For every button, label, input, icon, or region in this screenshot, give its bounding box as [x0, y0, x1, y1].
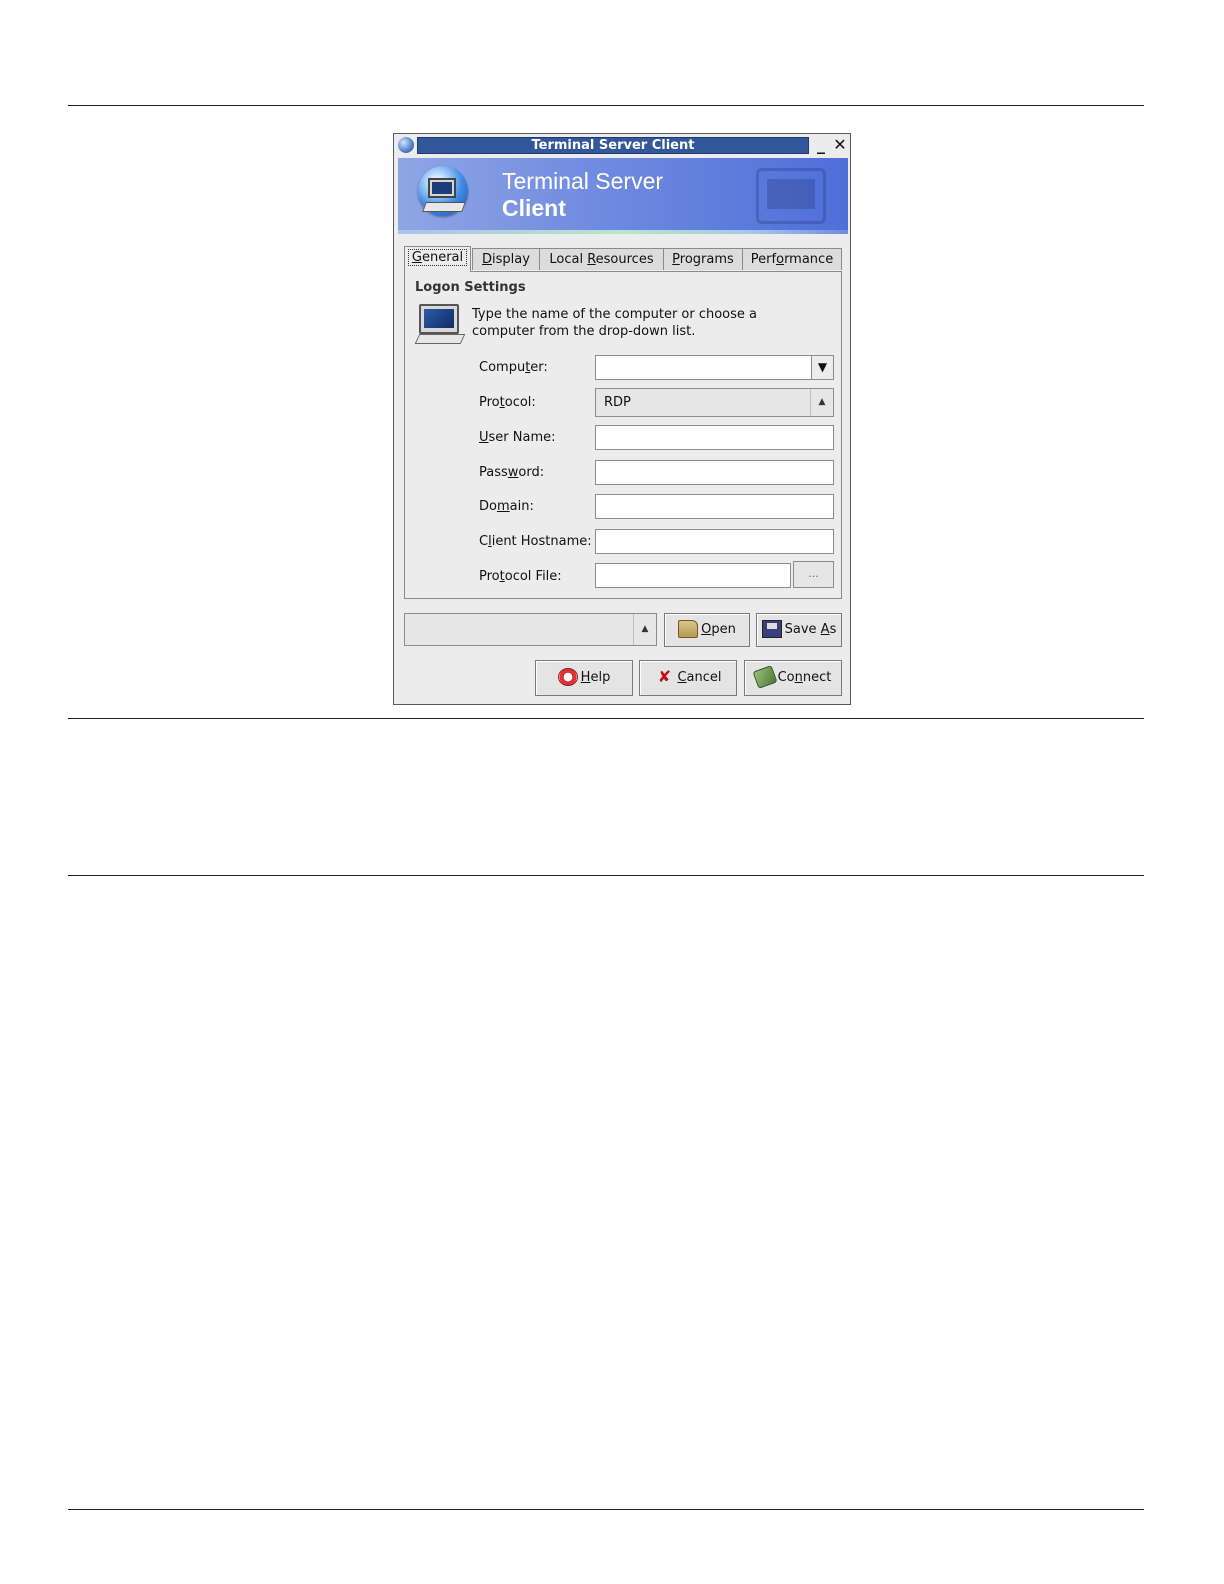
dropdown-arrow-icon[interactable]: ▲	[810, 389, 833, 416]
tab-performance[interactable]: Performance	[742, 248, 842, 270]
general-tab-panel: Logon Settings Type the name of the comp…	[404, 271, 842, 599]
domain-label: Domain:	[479, 499, 534, 514]
banner-keyboard-icon	[422, 202, 466, 212]
cancel-button[interactable]: ✘ Cancel	[639, 660, 737, 696]
save-as-button[interactable]: Save As	[756, 613, 842, 647]
computer-icon	[419, 304, 459, 334]
title-bar[interactable]: Terminal Server Client _ ✕	[394, 134, 850, 156]
app-banner: Terminal Server Client	[398, 158, 848, 234]
tab-local-resources[interactable]: Local Resources	[539, 248, 664, 270]
tab-general[interactable]: General	[404, 246, 471, 272]
minimize-icon[interactable]: _	[812, 135, 830, 155]
lifebuoy-help-icon	[557, 667, 578, 686]
cross-icon: ✘	[657, 666, 672, 686]
logon-description: Type the name of the computer or choose …	[472, 307, 758, 339]
floppy-save-icon	[761, 619, 782, 638]
page-rule-top	[68, 105, 1144, 106]
username-label: User Name:	[479, 430, 556, 445]
page-rule-bottom	[68, 1509, 1144, 1510]
page-rule-mid2	[68, 875, 1144, 876]
client-hostname-input[interactable]	[595, 529, 834, 554]
password-label: Password:	[479, 465, 545, 480]
dropdown-arrow-icon[interactable]: ▲	[633, 614, 656, 645]
saved-connections-combobox[interactable]: ▲	[404, 613, 657, 646]
banner-monitor-icon	[428, 178, 456, 198]
domain-input[interactable]	[595, 494, 834, 519]
tab-display[interactable]: Display	[472, 248, 540, 270]
protocol-label: Protocol:	[479, 395, 536, 410]
computer-combobox[interactable]: ▼	[595, 355, 834, 380]
tab-bar: General Display Local Resources Programs…	[404, 246, 842, 272]
connect-button[interactable]: Connect	[744, 660, 842, 696]
help-button[interactable]: Help	[535, 660, 633, 696]
protocol-file-label: Protocol File:	[479, 569, 562, 584]
close-icon[interactable]: ✕	[831, 135, 849, 155]
plug-connect-icon	[752, 664, 778, 689]
folder-open-icon	[678, 619, 699, 638]
protocol-file-input[interactable]	[595, 563, 791, 588]
banner-stripe	[398, 230, 848, 234]
section-title: Logon Settings	[415, 280, 526, 295]
terminal-server-icon	[398, 137, 414, 153]
open-button[interactable]: Open	[664, 613, 750, 647]
window-title: Terminal Server Client	[417, 137, 809, 154]
protocol-select[interactable]: RDP ▲	[595, 388, 834, 417]
banner-title: Terminal Server Client	[502, 168, 663, 222]
tab-programs[interactable]: Programs	[663, 248, 743, 270]
banner-title-line2: Client	[502, 195, 566, 221]
browse-button[interactable]: ...	[793, 561, 834, 588]
client-hostname-label: Client Hostname:	[479, 534, 592, 549]
password-input[interactable]	[595, 460, 834, 485]
computer-keyboard-icon	[414, 334, 466, 344]
page-rule-mid1	[68, 718, 1144, 719]
banner-title-line1: Terminal Server	[502, 168, 664, 194]
chevron-down-icon[interactable]: ▼	[811, 356, 833, 379]
banner-watermark-monitor-icon	[756, 168, 826, 224]
protocol-value: RDP	[604, 395, 631, 410]
username-input[interactable]	[595, 425, 834, 450]
terminal-server-client-window: Terminal Server Client _ ✕ Terminal Serv…	[393, 133, 851, 705]
computer-label: Computer:	[479, 360, 548, 375]
